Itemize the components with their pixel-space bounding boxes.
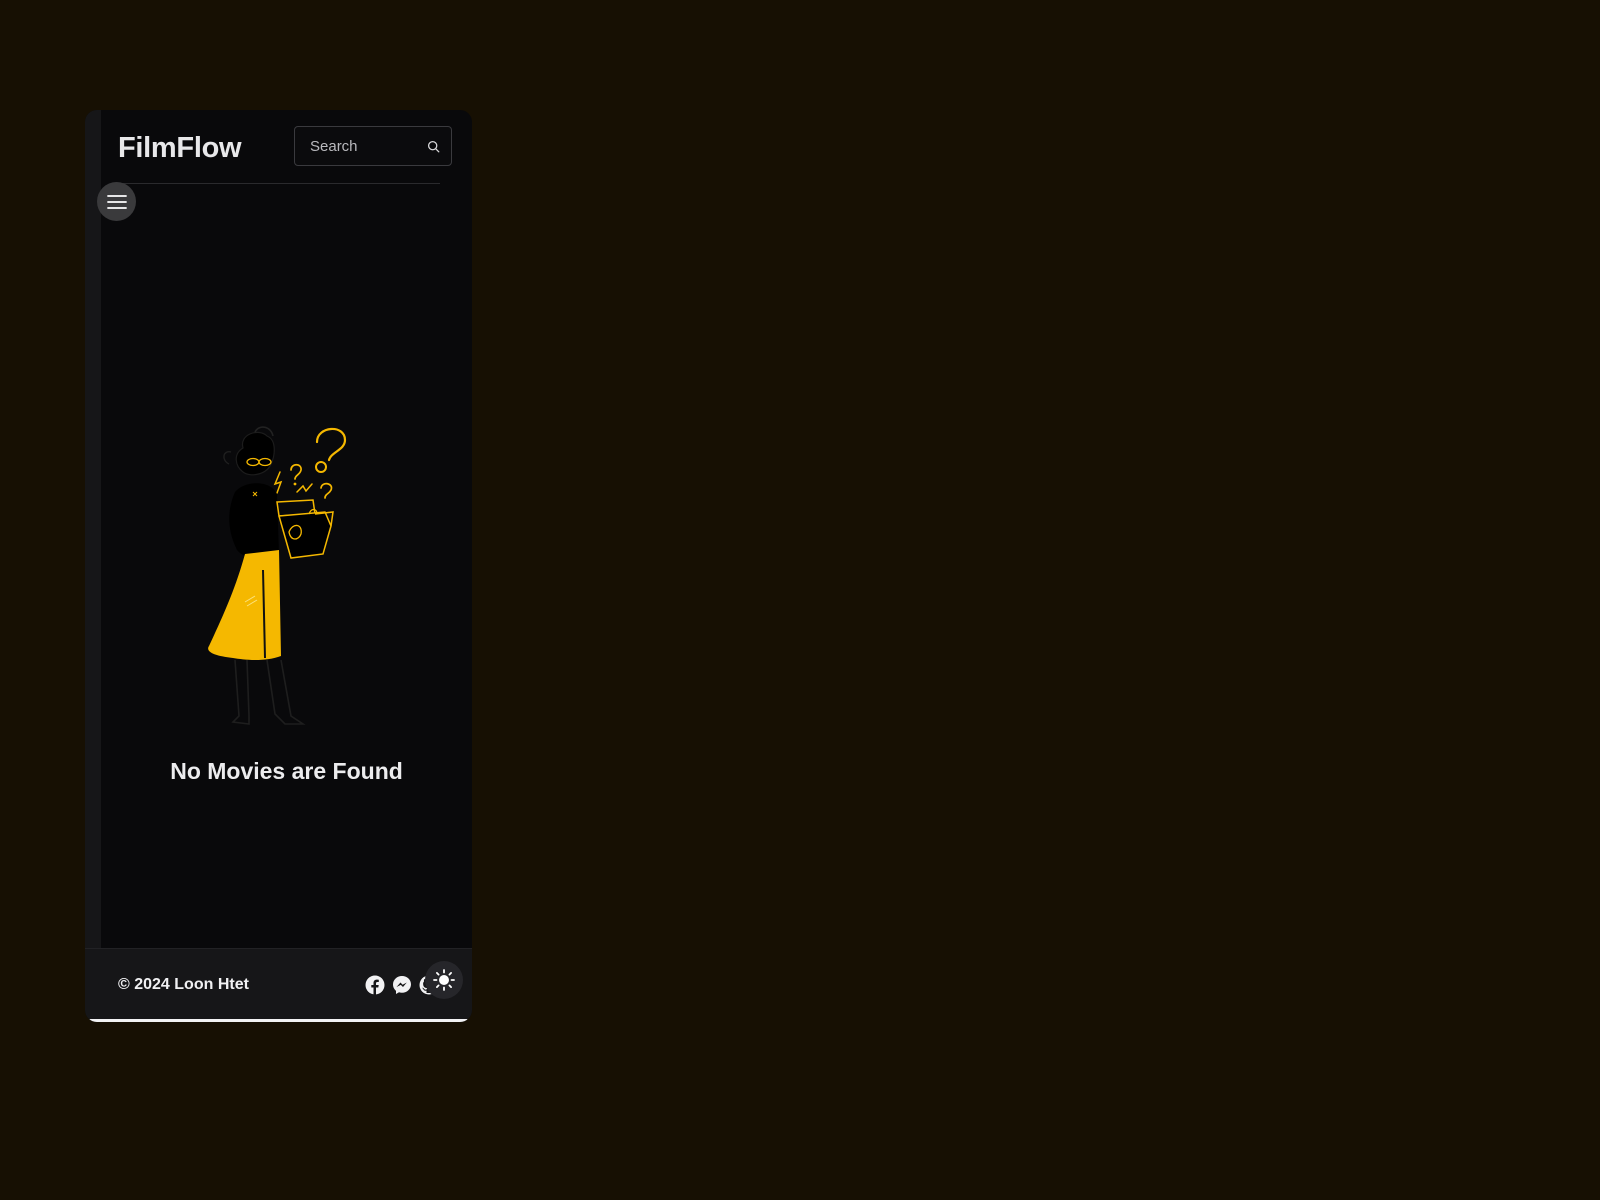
copyright-text: © 2024 Loon Htet [118,976,249,993]
search-input[interactable] [295,127,415,165]
facebook-icon[interactable] [365,975,385,995]
header-divider [117,183,440,184]
footer: © 2024 Loon Htet [85,948,472,1022]
empty-state-illustration [208,426,347,725]
side-strip [85,110,101,948]
search-button[interactable] [423,136,443,156]
search-icon [427,140,439,152]
brand-logo[interactable]: FilmFlow [118,132,242,165]
hamburger-menu-icon [106,194,127,209]
menu-button[interactable] [97,182,136,221]
bottom-scrollbar[interactable] [89,1019,468,1022]
sun-icon [433,969,455,991]
empty-state-message: No Movies are Found [170,758,403,784]
header: FilmFlow [101,110,472,185]
search-box [294,126,452,166]
theme-toggle-button[interactable] [425,961,463,999]
messenger-icon[interactable] [392,975,412,995]
app-window: FilmFlow Search No Movies are Found © 20… [85,110,472,1022]
